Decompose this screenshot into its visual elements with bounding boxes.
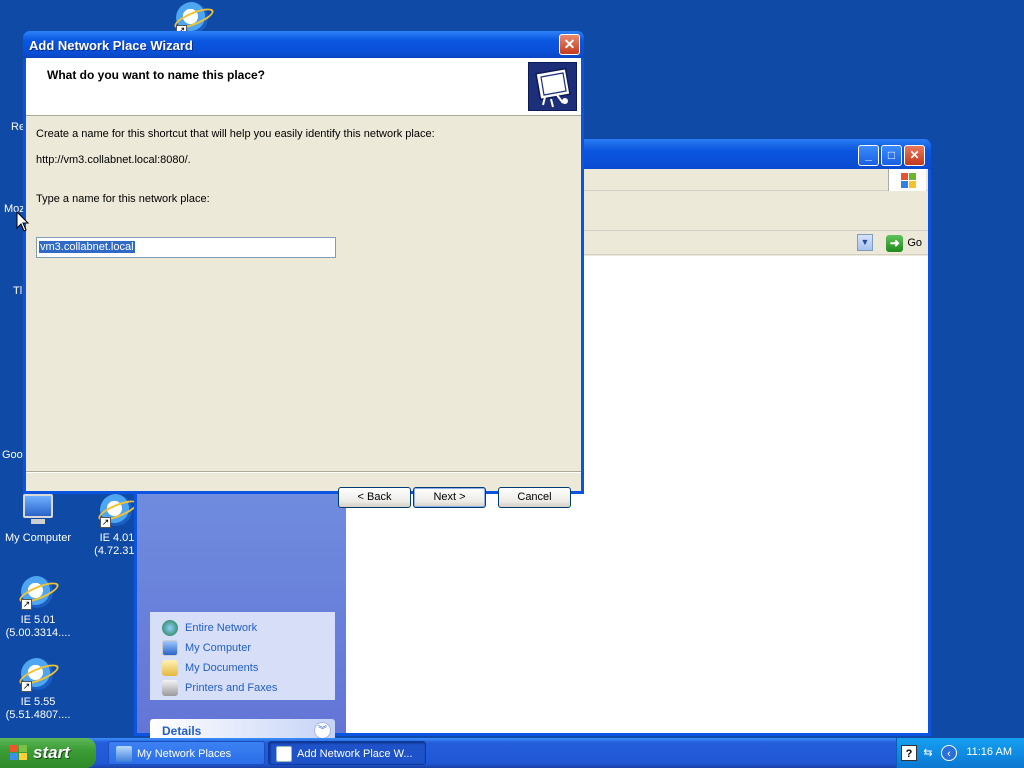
shortcut-arrow-icon: ↗ xyxy=(21,681,32,692)
system-tray: ? ⇆ ‹ 11:16 AM xyxy=(896,738,1024,768)
taskbar-item-add-network-place[interactable]: Add Network Place W... xyxy=(268,741,426,765)
other-places-label: My Computer xyxy=(185,642,252,654)
windows-logo-icon xyxy=(10,745,28,761)
wizard-body: What do you want to name this place? Cre… xyxy=(26,58,581,508)
cancel-button[interactable]: Cancel xyxy=(498,487,571,508)
wizard-title: Add Network Place Wizard xyxy=(29,38,193,53)
go-arrow-icon: ➜ xyxy=(886,234,904,252)
other-places-my-computer[interactable]: My Computer xyxy=(150,638,335,658)
start-label: start xyxy=(33,743,70,762)
go-button[interactable]: ➜ Go xyxy=(886,234,922,252)
wizard-heading: What do you want to name this place? xyxy=(47,68,266,82)
details-label: Details xyxy=(162,724,202,738)
other-places-entire-network[interactable]: Entire Network xyxy=(150,618,335,638)
other-places-label: Entire Network xyxy=(185,622,258,634)
computer-icon xyxy=(162,640,178,656)
go-label: Go xyxy=(907,237,922,249)
desktop-icon-label: IE 5.01 xyxy=(20,614,56,626)
back-arrow-icon[interactable]: ‹ xyxy=(941,745,957,761)
desktop-label-partial[interactable]: Tl xyxy=(13,285,22,297)
name-input-value: vm3.collabnet.local xyxy=(39,241,135,253)
wizard-dialog: Add Network Place Wizard ✕ What do you w… xyxy=(23,31,584,508)
wizard-titlebar[interactable]: Add Network Place Wizard ✕ xyxy=(23,31,584,58)
taskbar-item-my-network-places[interactable]: My Network Places xyxy=(108,741,265,765)
shortcut-arrow-icon: ↗ xyxy=(21,599,32,610)
network-icon[interactable]: ⇆ xyxy=(920,745,936,761)
other-places-my-documents[interactable]: My Documents xyxy=(150,658,335,678)
taskbar-item-label: My Network Places xyxy=(137,748,232,760)
explorer-caption-buttons: _ □ ✕ xyxy=(858,145,925,166)
network-place-icon xyxy=(528,62,577,111)
wizard-instruction: Create a name for this shortcut that wil… xyxy=(36,128,435,140)
name-field-label: Type a name for this network place: xyxy=(36,193,210,205)
desktop-label-partial[interactable]: Goo xyxy=(2,449,23,461)
start-button[interactable]: start xyxy=(0,738,96,768)
printer-icon xyxy=(162,680,178,696)
other-places-printers[interactable]: Printers and Faxes xyxy=(150,678,335,698)
desktop-icon-ie501[interactable]: ↗ IE 5.01 (5.00.3314.... xyxy=(0,576,78,640)
other-places-box: Entire Network My Computer My Documents … xyxy=(150,612,335,700)
name-input[interactable]: vm3.collabnet.local xyxy=(36,237,336,258)
network-places-icon xyxy=(116,746,132,762)
desktop-icon-my-computer[interactable]: My Computer xyxy=(0,494,78,545)
window-icon xyxy=(276,746,292,762)
desktop-icon-sublabel: (5.00.3314.... xyxy=(5,627,71,639)
desktop-icon-label: IE 5.55 xyxy=(20,696,56,708)
other-places-label: My Documents xyxy=(185,662,259,674)
wizard-separator xyxy=(26,471,581,473)
wizard-url: http://vm3.collabnet.local:8080/. xyxy=(36,154,191,166)
taskbar-item-label: Add Network Place W... xyxy=(297,748,413,760)
taskbar: start My Network Places Add Network Plac… xyxy=(0,738,1024,768)
computer-icon xyxy=(23,494,53,524)
desktop-icon-ie555[interactable]: ↗ IE 5.55 (5.51.4807.... xyxy=(0,658,78,722)
folder-icon xyxy=(162,660,178,676)
windows-logo-icon xyxy=(888,169,926,191)
help-icon[interactable]: ? xyxy=(901,745,917,761)
close-button[interactable]: ✕ xyxy=(559,34,580,55)
address-dropdown-button[interactable]: ▼ xyxy=(857,234,873,251)
globe-icon xyxy=(162,620,178,636)
other-places-label: Printers and Faxes xyxy=(185,682,278,694)
maximize-button[interactable]: □ xyxy=(881,145,902,166)
chevron-down-icon[interactable]: ︾ xyxy=(314,722,331,739)
clock[interactable]: 11:16 AM xyxy=(966,746,1012,758)
back-button[interactable]: < Back xyxy=(338,487,411,508)
shortcut-arrow-icon: ↗ xyxy=(100,517,111,528)
next-button[interactable]: Next > xyxy=(413,487,486,508)
desktop-icon-label: My Computer xyxy=(4,532,72,544)
minimize-button[interactable]: _ xyxy=(858,145,879,166)
wizard-header: What do you want to name this place? xyxy=(26,58,581,116)
close-button[interactable]: ✕ xyxy=(904,145,925,166)
desktop-icon-sublabel: (5.51.4807.... xyxy=(5,709,71,721)
